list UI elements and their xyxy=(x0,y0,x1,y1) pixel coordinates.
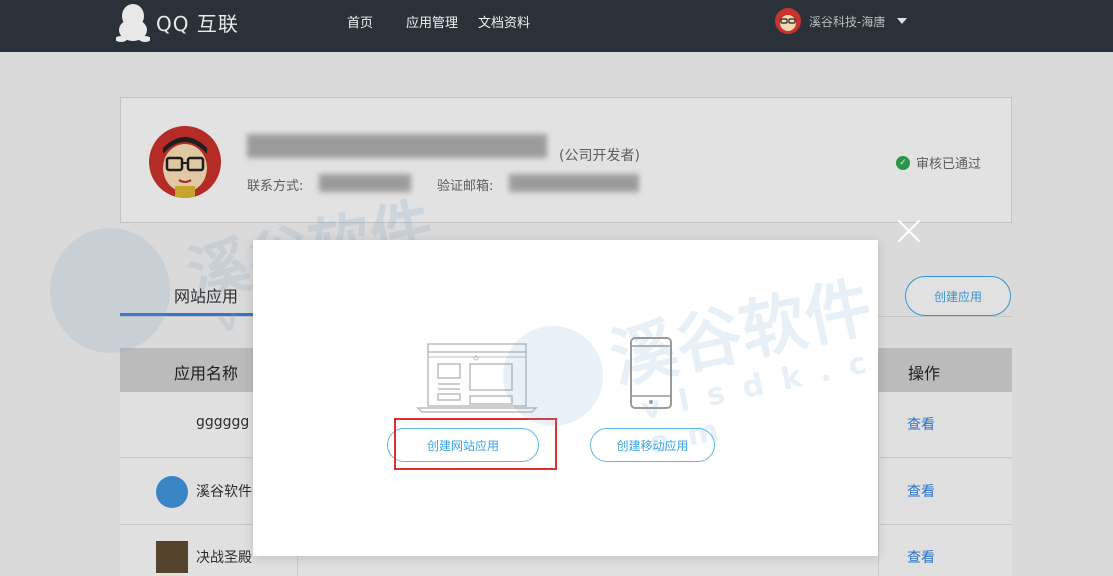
logo-text: QQ 互联 xyxy=(156,11,239,36)
top-navigation-bar: QQ 互联 首页 应用管理 文档资料 溪谷科技-海唐 xyxy=(0,0,1113,52)
create-app-dialog: 创建网站应用 创建移动应用 溪谷软件 v l s d k . c o m xyxy=(253,240,878,556)
qq-connect-logo[interactable]: QQ 互联 xyxy=(116,0,239,44)
user-avatar xyxy=(775,8,801,34)
create-mobile-app-button[interactable]: 创建移动应用 xyxy=(590,428,715,462)
user-name: 溪谷科技-海唐 xyxy=(809,14,886,29)
laptop-icon xyxy=(416,343,538,413)
nav-home[interactable]: 首页 xyxy=(347,12,373,31)
nav-app-management[interactable]: 应用管理 xyxy=(406,12,458,31)
avatar-face-icon xyxy=(780,15,796,31)
red-highlight-box xyxy=(394,418,557,470)
chevron-down-icon[interactable] xyxy=(897,18,908,24)
nav-documentation[interactable]: 文档资料 xyxy=(478,12,530,31)
penguin-logo-icon xyxy=(116,4,150,42)
user-menu[interactable]: 溪谷科技-海唐 xyxy=(775,8,908,34)
close-icon[interactable] xyxy=(896,218,922,244)
mobile-phone-icon xyxy=(630,337,672,409)
